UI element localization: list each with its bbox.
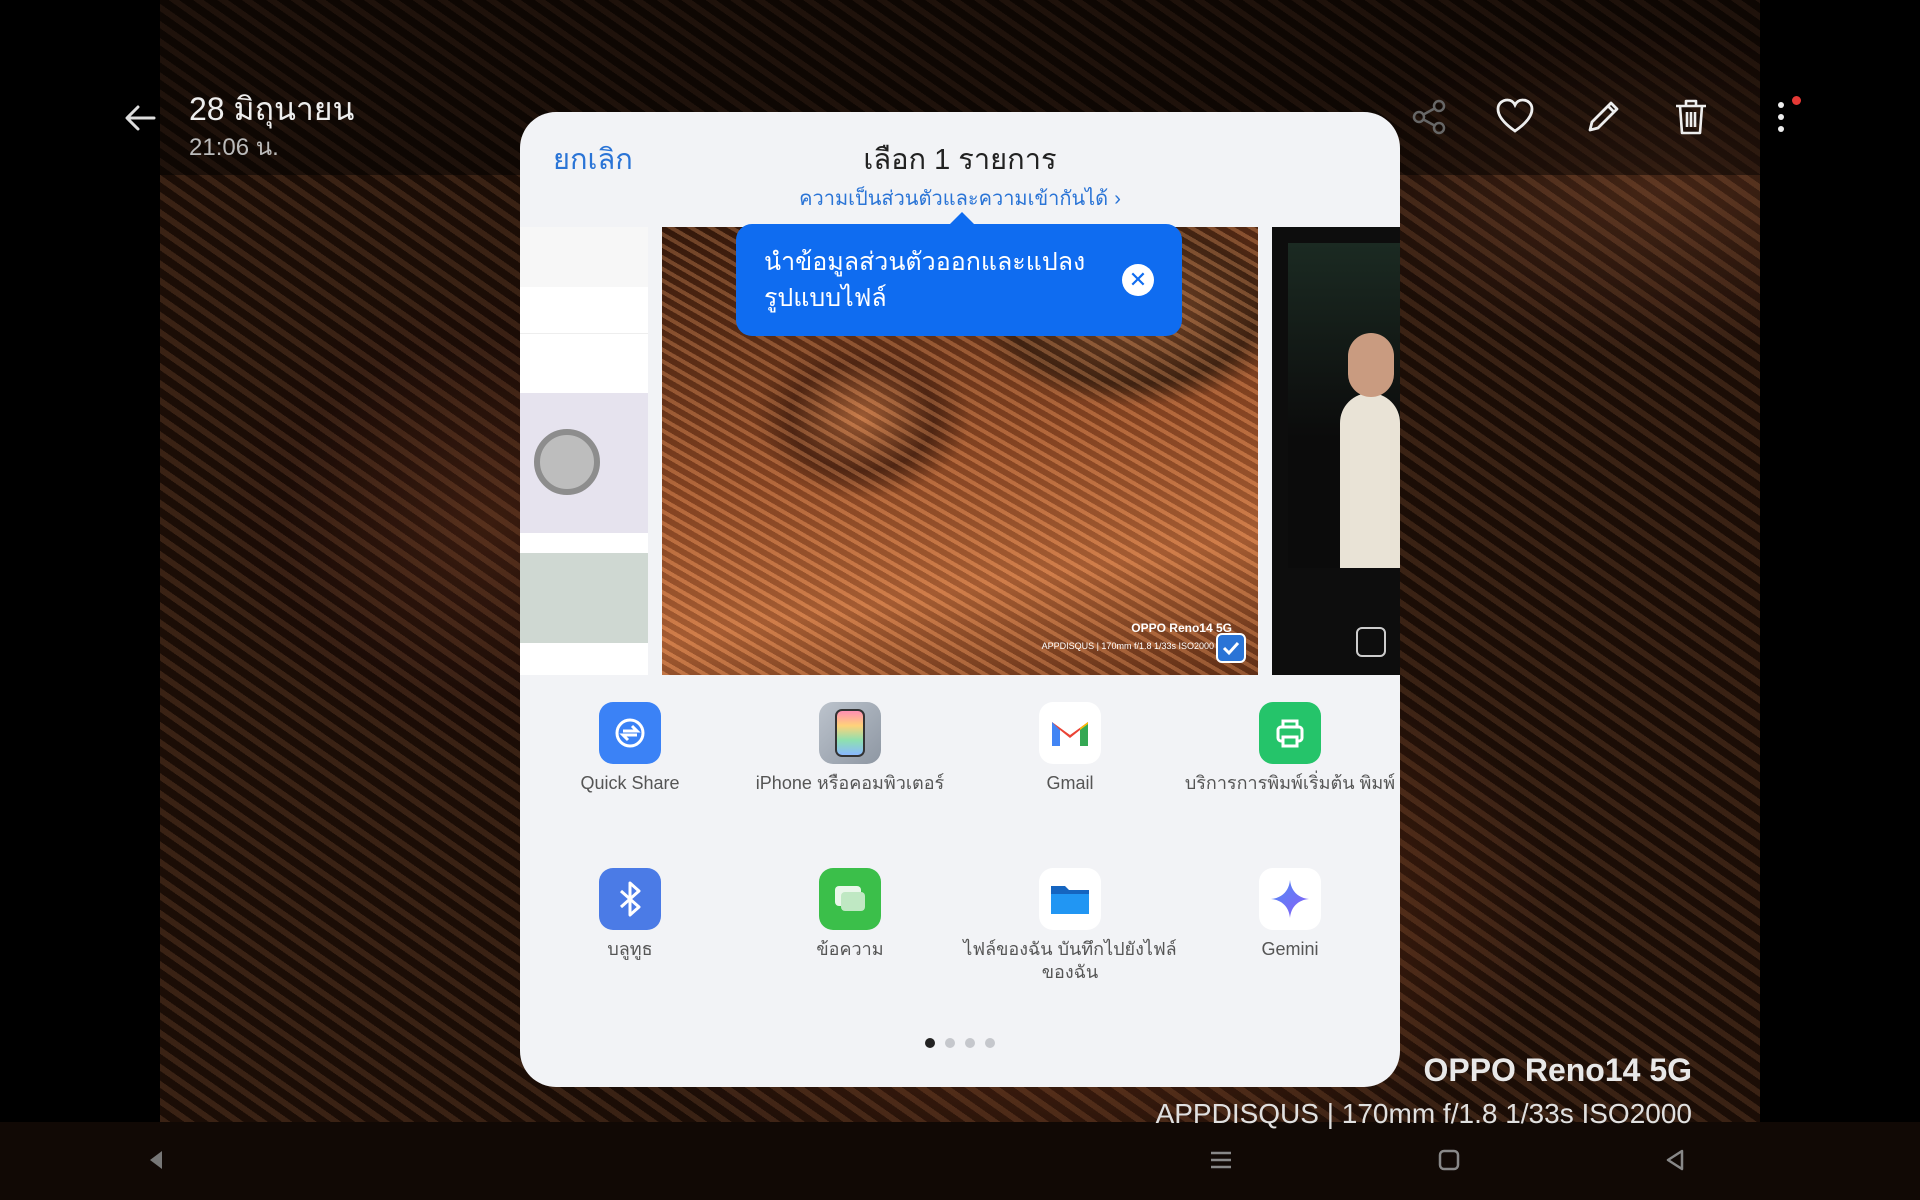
- back-nav-icon[interactable]: [1660, 1145, 1690, 1175]
- page-dot-2[interactable]: [945, 1038, 955, 1048]
- app-label: Quick Share: [580, 773, 680, 793]
- checkmark-icon: [1222, 641, 1240, 656]
- thumb-watermark-brand: OPPO Reno14 5G: [1131, 621, 1232, 635]
- back-arrow-icon[interactable]: [120, 98, 160, 138]
- letterbox-left: [0, 0, 160, 1200]
- photo-time: 21:06 น.: [189, 134, 279, 161]
- phone-icon: [819, 702, 881, 764]
- app-label: iPhone หรือคอมพิวเตอร์: [755, 773, 945, 793]
- privacy-link-label: ความเป็นส่วนตัวและความเข้ากันได้: [799, 188, 1109, 210]
- thumb-portrait-figure: [1340, 393, 1400, 568]
- quick-share-icon: [599, 702, 661, 764]
- heart-icon[interactable]: [1494, 96, 1536, 138]
- recent-apps-icon[interactable]: [1206, 1145, 1236, 1175]
- app-my-files[interactable]: ไฟล์ของฉัน บันทึกไปยังไฟล์ของฉัน: [960, 868, 1180, 984]
- app-label: Gemini: [1261, 939, 1319, 959]
- tooltip-text: นำข้อมูลส่วนตัวออกและแปลงรูปแบบไฟล์: [764, 248, 1086, 312]
- page-dot-4[interactable]: [985, 1038, 995, 1048]
- selected-checkbox[interactable]: [1216, 633, 1246, 663]
- thumb-screenshot-row: [520, 293, 648, 334]
- trash-icon[interactable]: [1670, 96, 1712, 138]
- page-indicator: [520, 1035, 1400, 1053]
- watermark-meta: APPDISQUS | 170mm f/1.8 1/33s ISO2000: [1155, 1098, 1692, 1129]
- app-print-service[interactable]: บริการการพิมพ์เริ่มต้น พิมพ์: [1180, 702, 1400, 795]
- bluetooth-icon: [599, 868, 661, 930]
- share-icon[interactable]: [1408, 96, 1450, 138]
- film-reel-icon: [534, 429, 600, 495]
- thumb-portrait-face: [1348, 333, 1394, 397]
- thumb-portrait-image: [1288, 243, 1400, 568]
- privacy-link[interactable]: ความเป็นส่วนตัวและความเข้ากันได้ ›: [520, 182, 1400, 214]
- app-quick-share[interactable]: Quick Share: [520, 702, 740, 795]
- nav-collapse-icon[interactable]: [142, 1145, 172, 1175]
- thumbnail-next[interactable]: [1272, 227, 1400, 675]
- app-bluetooth[interactable]: บลูทูธ: [520, 868, 740, 961]
- close-icon[interactable]: ✕: [1122, 264, 1154, 296]
- sheet-title: เลือก 1 รายการ: [863, 144, 1057, 176]
- gemini-icon: [1259, 868, 1321, 930]
- app-messages[interactable]: ข้อความ: [740, 868, 960, 961]
- watermark-brand: OPPO Reno14 5G: [1423, 1052, 1692, 1088]
- chevron-right-icon: ›: [1114, 188, 1121, 210]
- app-gemini[interactable]: Gemini: [1180, 868, 1400, 961]
- tooltip-pointer: [950, 212, 974, 224]
- printer-icon: [1259, 702, 1321, 764]
- thumbnail-previous[interactable]: [520, 227, 648, 675]
- home-icon[interactable]: [1434, 1145, 1464, 1175]
- app-label: ไฟล์ของฉัน บันทึกไปยังไฟล์ของฉัน: [963, 939, 1177, 982]
- notification-dot: [1792, 96, 1801, 105]
- thumb-screenshot-header: [520, 227, 648, 287]
- app-gmail[interactable]: Gmail: [960, 702, 1180, 795]
- thumb-product-image: [520, 393, 648, 533]
- privacy-tooltip: นำข้อมูลส่วนตัวออกและแปลงรูปแบบไฟล์: [736, 224, 1182, 336]
- thumb-product-image-2: [520, 553, 648, 643]
- app-label: บริการการพิมพ์เริ่มต้น พิมพ์: [1184, 773, 1396, 793]
- app-label: บลูทูธ: [607, 939, 653, 959]
- app-label: Gmail: [1046, 773, 1094, 793]
- edit-icon[interactable]: [1582, 96, 1624, 138]
- app-iphone-computer[interactable]: iPhone หรือคอมพิวเตอร์: [740, 702, 960, 795]
- messages-icon: [819, 868, 881, 930]
- gmail-icon: [1039, 702, 1101, 764]
- navigation-bar: [0, 1122, 1920, 1200]
- folder-icon: [1039, 868, 1101, 930]
- thumb-watermark-meta: APPDISQUS | 170mm f/1.8 1/33s ISO2000: [1041, 641, 1214, 651]
- app-label: ข้อความ: [816, 939, 884, 959]
- page-dot-1[interactable]: [925, 1038, 935, 1048]
- page-dot-3[interactable]: [965, 1038, 975, 1048]
- shutter-icon: [1356, 627, 1386, 657]
